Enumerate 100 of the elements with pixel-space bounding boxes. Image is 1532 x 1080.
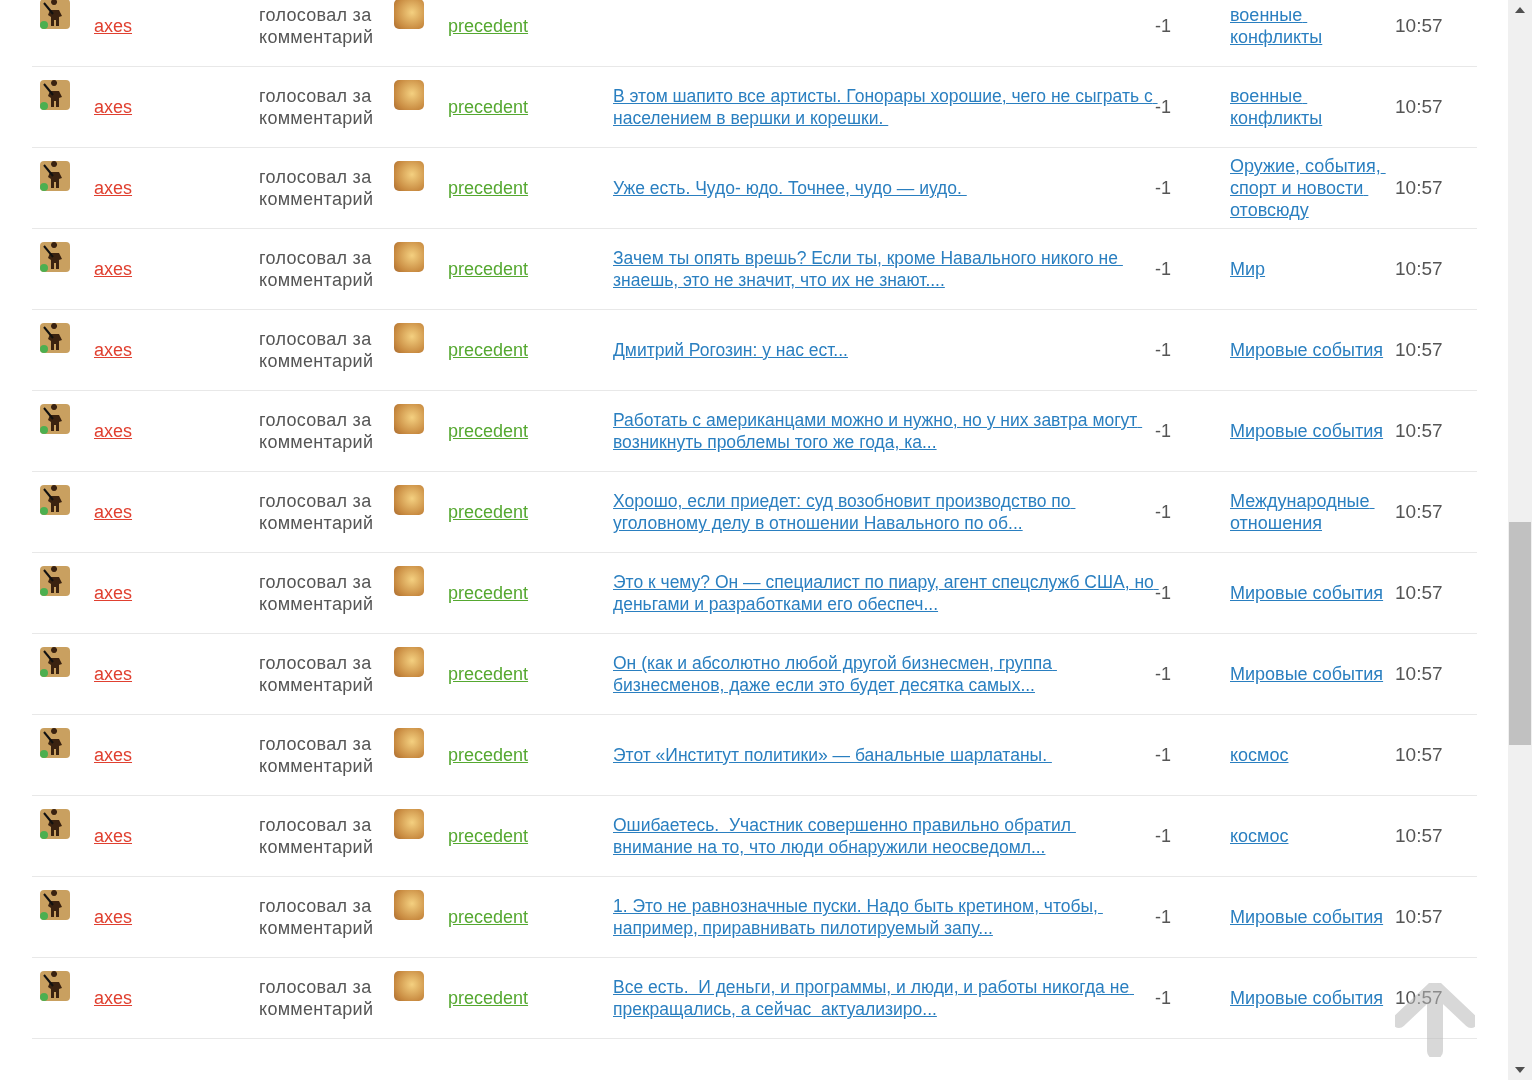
score-text: -1 xyxy=(1155,177,1172,199)
score-text: -1 xyxy=(1155,906,1172,928)
category-link[interactable]: военные конфликты xyxy=(1230,85,1395,129)
voter-link[interactable]: precedent xyxy=(448,420,529,442)
photo-placeholder xyxy=(394,566,424,596)
photo-placeholder xyxy=(394,971,424,1001)
time-text: 10:57 xyxy=(1395,825,1444,847)
user-link[interactable]: axes xyxy=(94,258,133,280)
score-text: -1 xyxy=(1155,501,1172,523)
warrior-avatar-icon xyxy=(40,161,70,191)
photo-placeholder xyxy=(394,323,424,353)
voter-link[interactable]: precedent xyxy=(448,663,529,685)
voter-link[interactable]: precedent xyxy=(448,339,529,361)
online-status-dot xyxy=(40,102,48,110)
comment-link[interactable]: Хорошо, если приедет: суд возобновит производство по уголовному делу в отношении Навального по об... xyxy=(613,490,1155,534)
online-status-dot xyxy=(40,345,48,353)
voter-link[interactable]: precedent xyxy=(448,15,529,37)
warrior-avatar-icon xyxy=(40,80,70,110)
scrollbar-thumb[interactable] xyxy=(1509,522,1531,745)
online-status-dot xyxy=(40,669,48,677)
time-text: 10:57 xyxy=(1395,177,1444,199)
time-text: 10:57 xyxy=(1395,96,1444,118)
category-link[interactable]: военные конфликты xyxy=(1230,4,1395,48)
scroll-to-top-icon[interactable] xyxy=(1395,983,1475,1057)
photo-placeholder xyxy=(394,242,424,272)
comment-link[interactable]: Этот «Институт политики» — банальные шарлатаны. xyxy=(613,744,1052,766)
action-text: голосовал за комментарий xyxy=(259,733,375,777)
warrior-avatar-icon xyxy=(40,971,70,1001)
category-link[interactable]: Мировые события xyxy=(1230,906,1384,928)
category-link[interactable]: Мировые события xyxy=(1230,987,1384,1009)
voter-link[interactable]: precedent xyxy=(448,825,529,847)
voter-link[interactable]: precedent xyxy=(448,906,529,928)
time-text: 10:57 xyxy=(1395,582,1444,604)
score-text: -1 xyxy=(1155,96,1172,118)
online-status-dot xyxy=(40,993,48,1001)
user-link[interactable]: axes xyxy=(94,96,133,118)
action-text: голосовал за комментарий xyxy=(259,166,375,210)
score-text: -1 xyxy=(1155,420,1172,442)
voter-link[interactable]: precedent xyxy=(448,744,529,766)
warrior-avatar-icon xyxy=(40,728,70,758)
voter-link[interactable]: precedent xyxy=(448,582,529,604)
time-text: 10:57 xyxy=(1395,339,1444,361)
online-status-dot xyxy=(40,426,48,434)
comment-link[interactable]: Это к чему? Он — специалист по пиару, агент спецслужб США, но деньгами и разработками его обеспеч... xyxy=(613,571,1155,615)
warrior-avatar-icon xyxy=(40,404,70,434)
comment-link[interactable]: Все есть. И деньги, и программы, и люди, и работы никогда не прекращались, а сейчас актуализиро... xyxy=(613,976,1155,1020)
user-link[interactable]: axes xyxy=(94,744,133,766)
action-text: голосовал за комментарий xyxy=(259,409,375,453)
score-text: -1 xyxy=(1155,339,1172,361)
score-text: -1 xyxy=(1155,987,1172,1009)
time-text: 10:57 xyxy=(1395,906,1444,928)
category-link[interactable]: Мировые события xyxy=(1230,339,1384,361)
comment-link[interactable]: Дмитрий Рогозин: у нас ест... xyxy=(613,339,848,361)
user-link[interactable]: axes xyxy=(94,906,133,928)
category-link[interactable]: Оружие, события, спорт и новости отовсюду xyxy=(1230,155,1395,221)
comment-link[interactable]: Работать с американцами можно и нужно, но у них завтра могут возникнуть проблемы того же года, ка... xyxy=(613,409,1155,453)
time-text: 10:57 xyxy=(1395,15,1444,37)
user-link[interactable]: axes xyxy=(94,663,133,685)
user-link[interactable]: axes xyxy=(94,582,133,604)
category-link[interactable]: космос xyxy=(1230,744,1289,766)
user-link[interactable]: axes xyxy=(94,420,133,442)
warrior-avatar-icon xyxy=(40,647,70,677)
voter-link[interactable]: precedent xyxy=(448,258,529,280)
action-text: голосовал за комментарий xyxy=(259,328,375,372)
voter-link[interactable]: precedent xyxy=(448,987,529,1009)
category-link[interactable]: Мировые события xyxy=(1230,663,1384,685)
action-text: голосовал за комментарий xyxy=(259,4,375,48)
photo-placeholder xyxy=(394,404,424,434)
photo-placeholder xyxy=(394,485,424,515)
action-text: голосовал за комментарий xyxy=(259,814,375,858)
category-link[interactable]: Мировые события xyxy=(1230,582,1384,604)
online-status-dot xyxy=(40,264,48,272)
comment-link[interactable]: Ошибаетесь. Участник совершенно правильно обратил внимание на то, что люди обнаружили неосведомл... xyxy=(613,814,1155,858)
comment-link[interactable]: Он (как и абсолютно любой другой бизнесмен, группа бизнесменов, даже если это будет десятка самых... xyxy=(613,652,1155,696)
comment-link[interactable]: Уже есть. Чудо- юдо. Точнее, чудо — иудо. xyxy=(613,177,967,199)
user-link[interactable]: axes xyxy=(94,825,133,847)
user-link[interactable]: axes xyxy=(94,177,133,199)
warrior-avatar-icon xyxy=(40,809,70,839)
action-text: голосовал за комментарий xyxy=(259,85,375,129)
time-text: 10:57 xyxy=(1395,420,1444,442)
user-link[interactable]: axes xyxy=(94,339,133,361)
category-link[interactable]: Международные отношения xyxy=(1230,490,1395,534)
comment-link[interactable]: Зачем ты опять врешь? Если ты, кроме Навального никого не знаешь, это не значит, что их не знают.... xyxy=(613,247,1155,291)
voter-link[interactable]: precedent xyxy=(448,177,529,199)
voter-link[interactable]: precedent xyxy=(448,96,529,118)
time-text: 10:57 xyxy=(1395,744,1444,766)
user-link[interactable]: axes xyxy=(94,501,133,523)
comment-link[interactable]: В этом шапито все артисты. Гонорары хорошие, чего не сыграть с населением в вершки и корешки. xyxy=(613,85,1155,129)
user-link[interactable]: axes xyxy=(94,15,133,37)
category-link[interactable]: космос xyxy=(1230,825,1289,847)
score-text: -1 xyxy=(1155,825,1172,847)
online-status-dot xyxy=(40,831,48,839)
comment-link[interactable]: 1. Это не равнозначные пуски. Надо быть кретином, чтобы, например, приравнивать пилотируемый запу... xyxy=(613,895,1155,939)
user-link[interactable]: axes xyxy=(94,987,133,1009)
time-text: 10:57 xyxy=(1395,501,1444,523)
category-link[interactable]: Мировые события xyxy=(1230,420,1384,442)
voter-link[interactable]: precedent xyxy=(448,501,529,523)
photo-placeholder xyxy=(394,80,424,110)
category-link[interactable]: Мир xyxy=(1230,258,1266,280)
photo-placeholder xyxy=(394,161,424,191)
